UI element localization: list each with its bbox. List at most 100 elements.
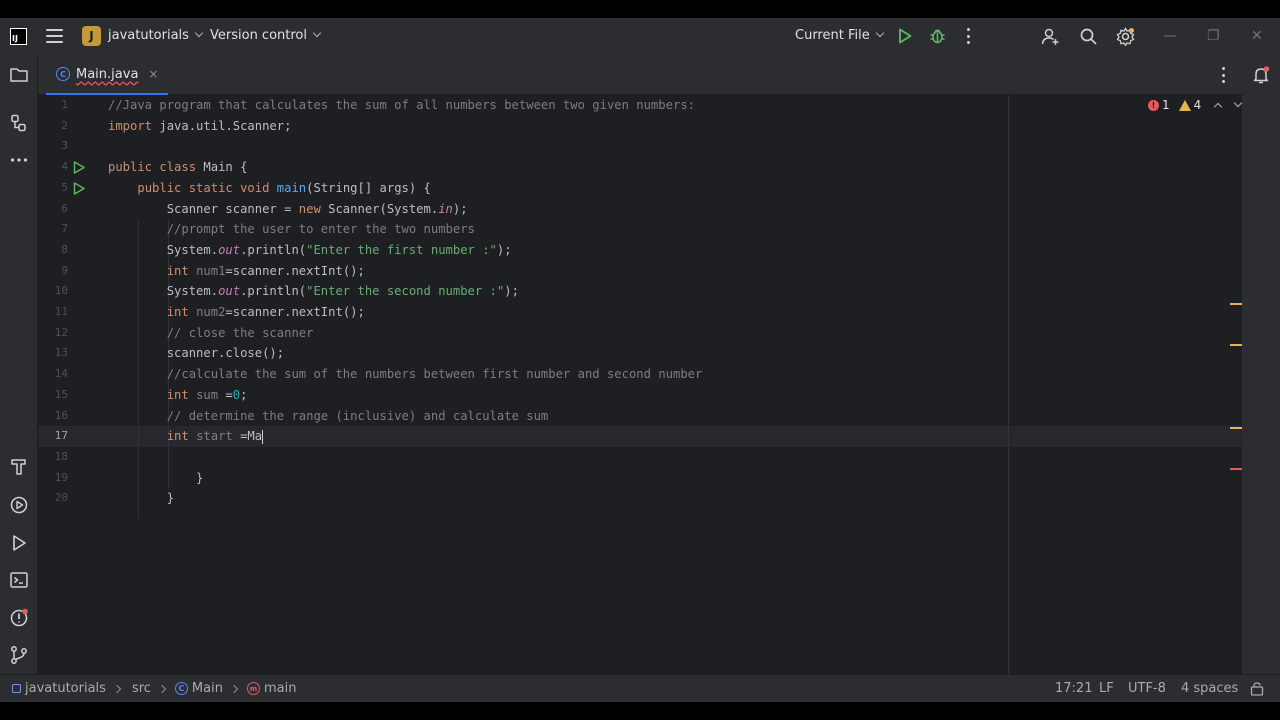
error-stripe-marker[interactable] [1230, 468, 1242, 470]
previous-highlight-icon[interactable] [1214, 102, 1223, 112]
warning-stripe-marker[interactable] [1230, 303, 1242, 305]
settings-gear-icon[interactable] [1116, 27, 1135, 46]
code-line: // determine the range (inclusive) and c… [166, 408, 549, 423]
chevron-right-icon [157, 684, 167, 693]
app-logo-icon[interactable]: IJ [10, 28, 27, 45]
close-tab-icon[interactable]: × [148, 67, 158, 81]
more-actions-icon[interactable] [966, 28, 970, 44]
code-line: System.out.println("Enter the second num… [108, 284, 519, 299]
minimize-icon[interactable]: — [1163, 28, 1177, 44]
code-line: Scanner scanner = new Scanner(System.in)… [108, 201, 468, 216]
line-number: 10 [54, 284, 68, 298]
code-line: //calculate the sum of the numbers betwe… [166, 367, 703, 382]
line-number: 20 [54, 491, 68, 505]
inspection-widget[interactable]: ! 1 4 [1148, 98, 1243, 112]
project-badge[interactable]: J [82, 26, 101, 46]
code-line: int start =Ma [166, 429, 264, 444]
code-area[interactable]: //Java program that calculates the sum o… [108, 95, 1238, 674]
editor-tab-bar: C Main.java × [38, 55, 1242, 95]
code-line: // close the scanner [166, 325, 314, 340]
vcs-selector[interactable]: Version control [210, 28, 322, 43]
code-line: //prompt the user to enter the two numbe… [166, 222, 475, 237]
title-bar: IJ J javatutorials Version control Curre… [0, 18, 1280, 55]
run-main-gutter-icon[interactable] [73, 181, 85, 195]
debug-icon[interactable] [929, 27, 946, 45]
breadcrumb-method[interactable]: main [264, 681, 296, 696]
code-line: System.out.println("Enter the first numb… [108, 242, 512, 257]
code-line: import java.util.Scanner; [108, 118, 292, 133]
file-encoding[interactable]: UTF-8 [1128, 681, 1166, 696]
main-menu-icon[interactable] [46, 29, 63, 43]
tab-options-icon[interactable] [1222, 67, 1226, 83]
status-bar: javatutorials src C Main m main 17:21 LF… [0, 674, 1280, 702]
code-editor[interactable]: 1 2 3 4 5 6 7 8 9 10 11 12 13 14 15 16 17 18 19 20 //Java p… [38, 95, 1243, 674]
git-branch-icon[interactable] [9, 645, 29, 665]
close-window-icon[interactable]: ✕ [1251, 28, 1263, 44]
error-icon: ! [1148, 99, 1159, 111]
line-number: 2 [61, 118, 68, 132]
run-icon[interactable] [898, 28, 912, 44]
line-number: 9 [61, 263, 68, 277]
line-number: 8 [61, 242, 68, 256]
line-number: 7 [61, 222, 68, 236]
next-highlight-icon[interactable] [1234, 98, 1243, 108]
line-number: 6 [61, 201, 68, 215]
line-number: 18 [54, 449, 68, 463]
code-line: int num1=scanner.nextInt(); [166, 263, 365, 278]
breadcrumb-folder[interactable]: src [132, 681, 151, 696]
warning-icon [1178, 99, 1191, 111]
error-count: 1 [1162, 98, 1170, 112]
line-separator[interactable]: LF [1099, 681, 1114, 696]
line-number: 1 [61, 98, 68, 111]
warning-count: 4 [1193, 98, 1202, 112]
warning-stripe-marker[interactable] [1230, 427, 1242, 429]
lock-read-only-icon[interactable] [1250, 682, 1264, 696]
indent-setting[interactable]: 4 spaces [1181, 681, 1238, 696]
line-number: 11 [54, 305, 68, 318]
more-tools-icon[interactable] [9, 150, 29, 170]
code-line: int num2=scanner.nextInt(); [166, 305, 365, 319]
notifications-bell-icon[interactable] [1251, 65, 1271, 85]
project-name: javatutorials [108, 28, 189, 43]
project-folder-icon[interactable] [9, 65, 29, 85]
chevron-right-icon [229, 684, 239, 693]
project-selector[interactable]: javatutorials [108, 28, 204, 43]
run-tool-icon[interactable] [9, 533, 29, 553]
code-line: public static void main(String[] args) { [137, 180, 431, 195]
tab-label: Main.java [76, 66, 139, 82]
add-user-icon[interactable] [1041, 27, 1060, 46]
code-line: public class Main { [108, 160, 248, 175]
tab-main-java[interactable]: C Main.java × [46, 55, 169, 95]
run-config-selector[interactable]: Current File [795, 28, 884, 43]
line-number-gutter: 1 2 3 4 5 6 7 8 9 10 11 12 13 14 15 16 17 18 19 20 [38, 95, 96, 674]
restore-icon[interactable]: ❐ [1207, 28, 1220, 44]
java-class-icon: C [56, 67, 70, 81]
problems-icon[interactable] [9, 608, 29, 628]
chevron-down-icon [875, 28, 884, 38]
line-number: 5 [61, 180, 68, 194]
line-number: 3 [61, 139, 68, 153]
services-icon[interactable] [9, 495, 29, 515]
chevron-down-icon [312, 28, 322, 38]
breadcrumb-project[interactable]: javatutorials [25, 681, 106, 696]
code-line: } [108, 470, 204, 485]
warning-stripe-marker[interactable] [1230, 344, 1242, 346]
code-line: int sum =0; [166, 387, 248, 402]
run-class-gutter-icon[interactable] [73, 161, 85, 174]
line-number: 15 [54, 387, 68, 401]
build-hammer-icon[interactable] [9, 457, 29, 477]
terminal-icon[interactable] [9, 570, 29, 590]
caret-position[interactable]: 17:21 [1055, 681, 1092, 696]
text-caret [262, 429, 264, 444]
left-tool-strip [0, 55, 38, 674]
line-number: 4 [61, 160, 68, 174]
vcs-label: Version control [210, 28, 307, 43]
breadcrumb-class[interactable]: Main [192, 681, 223, 696]
structure-icon[interactable] [9, 113, 29, 133]
module-icon [12, 684, 21, 693]
run-config-label: Current File [795, 28, 870, 43]
search-icon[interactable] [1079, 27, 1098, 46]
line-number: 12 [54, 325, 68, 339]
